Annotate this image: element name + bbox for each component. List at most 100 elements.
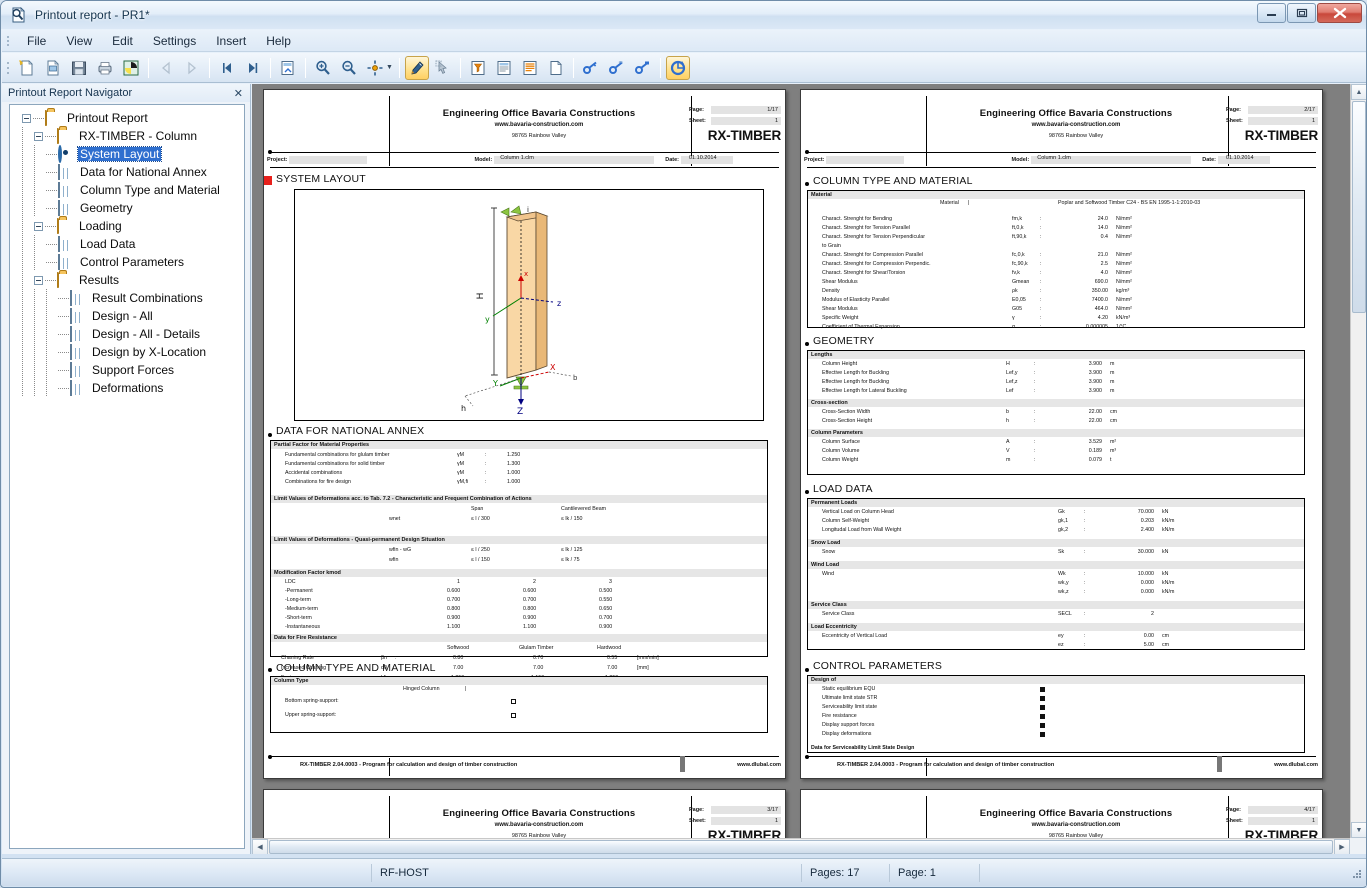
report-preview-area[interactable]: Engineering Office Bavaria Constructions… — [252, 84, 1366, 854]
table-geometry[interactable]: Lengths Column Height H:3.900 m Effective … — [807, 350, 1305, 475]
menu-insert[interactable]: Insert — [207, 31, 255, 51]
resize-grip-icon[interactable] — [1349, 866, 1363, 880]
expander-icon[interactable] — [34, 131, 43, 141]
row-symbol: SECL — [1058, 611, 1072, 617]
tree-item-geometry[interactable]: Geometry — [10, 199, 244, 217]
company-address: 98765 Rainbow Valley — [511, 133, 567, 139]
pages-canvas[interactable]: Engineering Office Bavaria Constructions… — [252, 84, 1350, 854]
selection-filter-icon[interactable] — [466, 56, 490, 80]
vertical-scrollbar[interactable]: ▲ ▼ — [1350, 84, 1366, 838]
tree-item-design-all[interactable]: Design - All — [10, 307, 244, 325]
key-unlock-icon[interactable] — [605, 56, 629, 80]
row-value: 2 — [1151, 611, 1154, 617]
page-content-icon[interactable] — [518, 56, 542, 80]
tree-item-printout-report[interactable]: Printout Report — [10, 109, 244, 127]
page-setup-icon[interactable] — [276, 56, 300, 80]
horizontal-scrollbar[interactable]: ◀ ▶ — [252, 838, 1350, 854]
page-header-icon[interactable] — [492, 56, 516, 80]
key-blue-icon[interactable] — [579, 56, 603, 80]
menu-grip-handle[interactable] — [6, 34, 14, 48]
row-label: -Permanent — [285, 588, 313, 594]
close-icon[interactable]: ✕ — [231, 87, 246, 100]
key-lock-icon[interactable] — [631, 56, 655, 80]
save-icon[interactable] — [67, 56, 91, 80]
toolbar-grip-handle[interactable] — [6, 59, 12, 77]
band-column-parameters: Column Parameters — [808, 429, 1304, 438]
previous-page-icon[interactable] — [154, 56, 178, 80]
tree-item-column-type-and-material[interactable]: Column Type and Material — [10, 181, 244, 199]
tree-item-deformations[interactable]: Deformations — [10, 379, 244, 397]
checkbox-display-deformations[interactable] — [1040, 732, 1045, 737]
zoom-out-icon[interactable] — [337, 56, 361, 80]
menu-file[interactable]: File — [18, 31, 55, 51]
navigator-tree[interactable]: Printout Report RX-TIMBER - Column Syste… — [9, 104, 245, 849]
tree-item-loading[interactable]: Loading — [10, 217, 244, 235]
scroll-right-arrow[interactable]: ▶ — [1334, 839, 1350, 854]
table-column-type[interactable]: Column Type Hinged Column | Bottom sprin… — [270, 676, 768, 733]
open-report-icon[interactable] — [41, 56, 65, 80]
menu-help[interactable]: Help — [257, 31, 300, 51]
checkbox-bottom-spring-support[interactable] — [511, 699, 516, 704]
first-page-icon[interactable] — [215, 56, 239, 80]
tree-item-design-all-details[interactable]: Design - All - Details — [10, 325, 244, 343]
page-footer: RX-TIMBER 2.04.0003 - Program for calcul… — [264, 756, 785, 778]
expander-icon[interactable] — [34, 275, 43, 285]
checkbox-upper-spring-support[interactable] — [511, 713, 516, 718]
table-national-annex[interactable]: Partial Factor for Material Properties F… — [270, 440, 768, 681]
checkbox-ultimate-limit-state[interactable] — [1040, 696, 1045, 701]
tree-item-support-forces[interactable]: Support Forces — [10, 361, 244, 379]
zoom-dropdown-arrow[interactable]: ▼ — [386, 64, 393, 71]
tree-item-results[interactable]: Results — [10, 271, 244, 289]
tree-item-load-data[interactable]: Load Data — [10, 235, 244, 253]
blank-page-icon[interactable] — [544, 56, 568, 80]
page-header-fields: Page: 1/17 Sheet: 1 — [689, 105, 781, 127]
next-page-icon[interactable] — [180, 56, 204, 80]
report-page-2[interactable]: Engineering Office Bavaria Constructions… — [800, 89, 1323, 779]
tree-item-system-layout[interactable]: System Layout — [10, 145, 244, 163]
print-preview-icon[interactable] — [119, 56, 143, 80]
expander-icon[interactable] — [34, 221, 43, 231]
tree-item-rx-timber-column[interactable]: RX-TIMBER - Column — [10, 127, 244, 145]
tree-item-data-for-national-annex[interactable]: Data for National Annex — [10, 163, 244, 181]
tree-item-design-by-x-location[interactable]: Design by X-Location — [10, 343, 244, 361]
checkbox-serviceability-limit-state[interactable] — [1040, 705, 1045, 710]
refresh-icon[interactable] — [665, 55, 690, 80]
checkbox-display-support-forces[interactable] — [1040, 723, 1045, 728]
pan-tool-icon[interactable] — [404, 55, 429, 80]
status-bar: RF-HOST Pages: 17 Page: 1 — [2, 858, 1366, 886]
row-value-cantilever: ≤ lk / 75 — [561, 557, 580, 563]
menu-view[interactable]: View — [57, 31, 101, 51]
tree-item-label: RX-TIMBER - Column — [79, 129, 198, 143]
scroll-up-arrow[interactable]: ▲ — [1351, 84, 1366, 100]
table-material[interactable]: Material Material | Poplar and Softwood … — [807, 190, 1305, 330]
new-report-icon[interactable] — [15, 56, 39, 80]
zoom-in-icon[interactable] — [311, 56, 335, 80]
scroll-left-arrow[interactable]: ◀ — [252, 839, 268, 854]
select-tool-icon[interactable] — [431, 56, 455, 80]
checkbox-fire-resistance[interactable] — [1040, 714, 1045, 719]
menu-edit[interactable]: Edit — [103, 31, 142, 51]
minimize-button[interactable] — [1257, 3, 1286, 23]
tree-item-control-parameters[interactable]: Control Parameters — [10, 253, 244, 271]
checkbox-static-equilibrium[interactable] — [1040, 687, 1045, 692]
close-button[interactable] — [1317, 3, 1362, 23]
row-symbol: h — [1006, 418, 1009, 424]
scroll-down-arrow[interactable]: ▼ — [1351, 822, 1366, 838]
expander-icon[interactable] — [22, 113, 31, 123]
horizontal-scroll-thumb[interactable] — [269, 840, 1333, 854]
report-page-1[interactable]: Engineering Office Bavaria Constructions… — [263, 89, 786, 779]
menu-settings[interactable]: Settings — [144, 31, 205, 51]
vertical-scroll-thumb[interactable] — [1352, 101, 1366, 313]
zoom-fit-icon[interactable] — [363, 56, 387, 80]
table-load-data[interactable]: Permanent Loads Vertical Load on Column … — [807, 498, 1305, 650]
unit: N/mm² — [1116, 261, 1132, 267]
restore-button[interactable] — [1287, 3, 1316, 23]
tree-item-result-combinations[interactable]: Result Combinations — [10, 289, 244, 307]
row-value: 0.189 — [1088, 448, 1102, 454]
page-header-fields: Page: 2/17 Sheet: 1 — [1226, 105, 1318, 127]
cell: 0.650 — [599, 606, 613, 612]
print-icon[interactable] — [93, 56, 117, 80]
last-page-icon[interactable] — [241, 56, 265, 80]
system-layout-graphic[interactable]: H x y z X Y Z h b i — [294, 189, 764, 421]
table-control-parameters[interactable]: Design of Static equilibrium EQU Ultimat… — [807, 675, 1305, 753]
